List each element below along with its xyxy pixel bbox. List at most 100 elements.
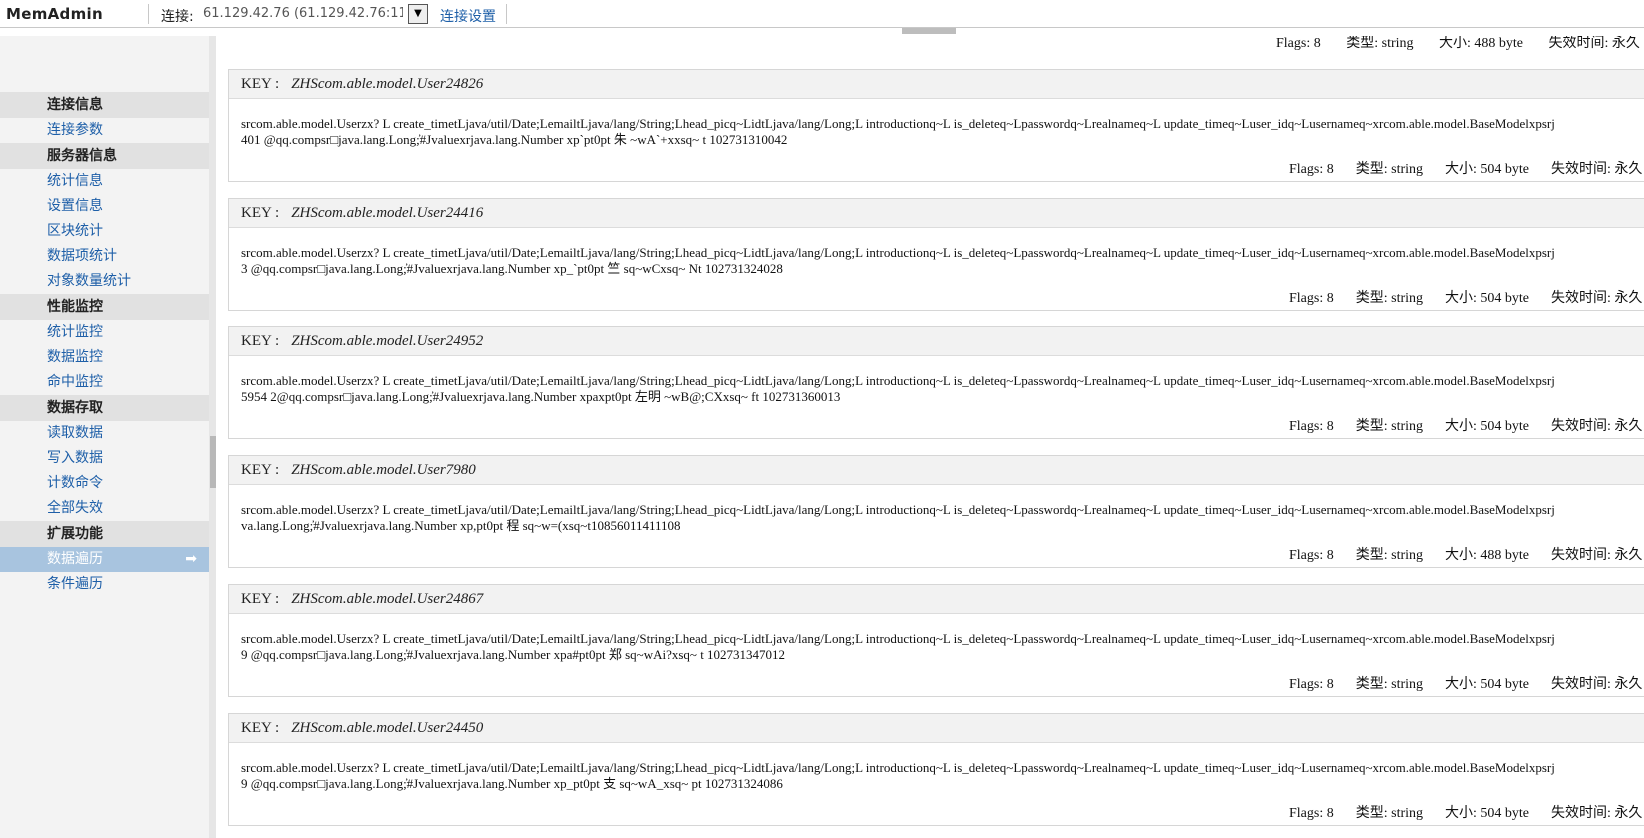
record-value: srcom.able.model.Userzx? L create_timetL… (229, 99, 1644, 148)
record-value-line: 3 @qq.compsr□java.lang.Long;̓#Jvaluexrja… (241, 260, 783, 276)
record-value-line: srcom.able.model.Userzx? L create_timetL… (241, 630, 1555, 646)
sidebar-item-label: 统计信息 (47, 173, 103, 189)
key-name[interactable]: ZHScom.able.model.User24450 (291, 720, 483, 736)
sidebar-item-label: 数据监控 (47, 349, 103, 365)
sidebar-item[interactable]: 数据遍历 ➡ (0, 547, 209, 572)
size-meta: 大小: 504 byte (1445, 805, 1530, 821)
record-key-header: KEY : ZHScom.able.model.User24450 (229, 713, 1644, 743)
key-name[interactable]: ZHScom.able.model.User24416 (291, 205, 483, 221)
key-label: KEY : (241, 204, 280, 221)
sidebar-item[interactable]: 对象数量统计 (0, 269, 209, 294)
record-value: srcom.able.model.Userzx? L create_timetL… (229, 614, 1644, 663)
type-meta: 类型: string (1355, 548, 1424, 564)
sidebar-item-label: 数据项统计 (47, 248, 117, 264)
type-meta: 类型: string (1355, 676, 1424, 692)
sidebar-group-title: 性能监控 (0, 294, 209, 320)
record-key-header: KEY : ZHScom.able.model.User24867 (229, 584, 1644, 614)
sidebar-item[interactable]: 区块统计 (0, 219, 209, 244)
expire-meta: 失效时间: 永久 (1551, 419, 1643, 435)
sidebar-item[interactable]: 写入数据 (0, 446, 209, 471)
record-card: KEY : ZHScom.able.model.User24952 srcom.ab… (228, 326, 1644, 440)
sidebar-item-label: 统计监控 (47, 324, 103, 340)
size-meta: 大小: 504 byte (1445, 290, 1530, 306)
record-value-line: va.lang.Long;̓#Jvaluexrjava.lang.Number … (241, 518, 681, 534)
record-card: KEY : ZHScom.able.model.User24416 srcom.ab… (228, 197, 1644, 311)
expire-meta: 失效时间: 永久 (1551, 805, 1643, 821)
type-meta: 类型: string (1355, 290, 1424, 306)
record-value-line: srcom.able.model.Userzx? L create_timetL… (241, 116, 1555, 131)
app-title: MemAdmin (6, 5, 103, 23)
sidebar-item[interactable]: 命中监控 (0, 370, 209, 395)
sidebar-item[interactable]: 读取数据 (0, 421, 209, 446)
key-name[interactable]: ZHScom.able.model.User24867 (291, 591, 483, 607)
key-label: KEY : (241, 333, 280, 350)
sidebar-item-label: 数据遍历 (47, 551, 103, 567)
record-value-line: 401 @qq.compsr□java.lang.Long;̓#Jvaluexr… (241, 132, 788, 147)
key-label: KEY : (241, 590, 280, 607)
record-value-line: 9 @qq.compsr□java.lang.Long;̓#Jvaluexrja… (241, 775, 783, 791)
record-meta: Flags: 8 类型: string 大小: 504 byte 失效时间: 永久 (1289, 158, 1644, 178)
connection-value[interactable]: 61.129.42.76 (61.129.42.76:11 (203, 6, 403, 21)
connection-select[interactable]: 61.129.42.76 (61.129.42.76:11 ▼ (203, 4, 428, 24)
record-value-line: 5954 2@qq.compsr□java.lang.Long;̓#Jvalue… (241, 389, 841, 405)
sidebar-item[interactable]: 条件遍历 (0, 572, 209, 597)
sidebar-item[interactable]: 数据监控 (0, 345, 209, 370)
arrow-right-icon: ➡ (185, 551, 197, 567)
panel-splitter-handle[interactable] (902, 28, 956, 34)
sidebar-item-label: 全部失效 (47, 500, 103, 516)
sidebar-item[interactable]: 全部失效 (0, 496, 209, 521)
size-meta: 大小: 504 byte (1445, 419, 1530, 435)
sidebar-group-title: 扩展功能 (0, 521, 209, 547)
record-card: KEY : ZHScom.able.model.User24826 srcom.ab… (228, 69, 1644, 182)
size-meta: 大小: 488 byte (1439, 36, 1524, 51)
key-name[interactable]: ZHScom.able.model.User7980 (291, 462, 476, 478)
key-name[interactable]: ZHScom.able.model.User24826 (291, 76, 483, 92)
sidebar-item[interactable]: 数据项统计 (0, 244, 209, 269)
record-value-line: srcom.able.model.Userzx? L create_timetL… (241, 373, 1555, 389)
sidebar-item-label: 连接参数 (47, 122, 103, 138)
dropdown-arrow-icon[interactable]: ▼ (408, 4, 428, 24)
expire-meta: 失效时间: 永久 (1551, 548, 1643, 564)
size-meta: 大小: 488 byte (1445, 548, 1530, 564)
record-value-line: 9 @qq.compsr□java.lang.Long;̓#Jvaluexrja… (241, 646, 786, 662)
record-value: srcom.able.model.Userzx? L create_timetL… (229, 743, 1644, 792)
size-meta: 大小: 504 byte (1445, 162, 1530, 177)
sidebar-item[interactable]: 连接参数 (0, 118, 209, 143)
sidebar-group-title: 连接信息 (0, 92, 209, 118)
key-label: KEY : (241, 462, 280, 479)
sidebar-item[interactable]: 统计信息 (0, 169, 209, 194)
record-meta: Flags: 8 类型: string 大小: 504 byte 失效时间: 永久 (1289, 802, 1644, 822)
expire-meta: 失效时间: 永久 (1551, 290, 1643, 306)
record-card: KEY : ZHScom.able.model.User24867 srcom.ab… (228, 583, 1644, 697)
flags-meta: Flags: 8 (1276, 36, 1321, 51)
sidebar-item-label: 读取数据 (47, 425, 103, 441)
sidebar-item-label: 区块统计 (47, 223, 103, 239)
connection-label: 连接: (161, 9, 194, 25)
record-key-header: KEY : ZHScom.able.model.User7980 (229, 456, 1644, 486)
sidebar-item[interactable]: 设置信息 (0, 194, 209, 219)
record-meta: Flags: 8 类型: string 大小: 488 byte 失效时间: 永久 (1289, 544, 1644, 564)
type-meta: 类型: string (1346, 36, 1414, 51)
toolbar-divider (148, 4, 149, 24)
flags-meta: Flags: 8 (1289, 676, 1334, 692)
sidebar-item[interactable]: 统计监控 (0, 320, 209, 345)
record-value: srcom.able.model.Userzx? L create_timetL… (229, 485, 1644, 534)
sidebar-nav: 连接信息 连接参数 服务器信息 统计信息 设置信息 区块统计 数据项统计 对象数量统计 性能监控… (0, 92, 209, 597)
flags-meta: Flags: 8 (1289, 419, 1334, 435)
sidebar-item-label: 对象数量统计 (47, 273, 131, 289)
record-value-line: srcom.able.model.Userzx? L create_timetL… (241, 502, 1555, 518)
size-meta: 大小: 504 byte (1445, 676, 1530, 692)
record-meta: Flags: 8 类型: string 大小: 504 byte 失效时间: 永久 (1289, 415, 1644, 435)
connection-settings-link[interactable]: 连接设置 (440, 6, 496, 26)
sidebar-item-label: 设置信息 (47, 198, 103, 214)
key-name[interactable]: ZHScom.able.model.User24952 (291, 333, 483, 349)
expire-meta: 失效时间: 永久 (1551, 676, 1643, 692)
toolbar-divider (506, 4, 507, 24)
record-key-header: KEY : ZHScom.able.model.User24826 (229, 70, 1644, 99)
key-label: KEY : (241, 76, 280, 92)
flags-meta: Flags: 8 (1289, 548, 1334, 564)
flags-meta: Flags: 8 (1289, 805, 1334, 821)
record-value-line: srcom.able.model.Userzx? L create_timetL… (241, 759, 1555, 775)
expire-meta: 失效时间: 永久 (1548, 36, 1640, 51)
sidebar-item[interactable]: 计数命令 (0, 471, 209, 496)
